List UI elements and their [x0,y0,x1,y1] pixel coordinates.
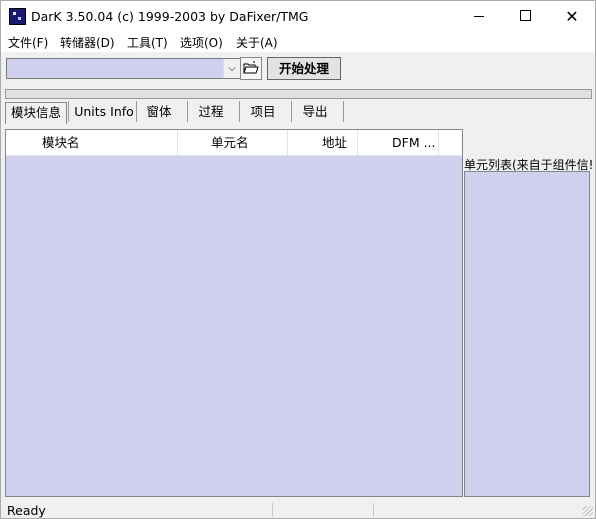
menu-about[interactable]: 关于(A) [236,34,278,51]
menu-file[interactable]: 文件(F) [8,34,48,51]
list-header: 模块名 单元名 地址 DFM ... [6,130,462,156]
file-path-combo[interactable]: ⌵ [6,58,241,79]
tab-procedures[interactable]: 过程 [191,102,231,123]
tab-separator [68,101,69,122]
maximize-button[interactable] [503,1,549,32]
column-header-module-name[interactable]: 模块名 [6,130,178,155]
status-separator [373,503,374,517]
status-bar: Ready [1,501,595,518]
tab-forms[interactable]: 窗体 [139,102,179,123]
close-icon: ✕ [565,7,579,26]
minimize-button[interactable] [457,1,503,32]
menu-tools[interactable]: 工具(T) [127,34,168,51]
chevron-down-icon[interactable]: ⌵ [223,59,240,78]
menu-dumper[interactable]: 转储器(D) [60,34,115,51]
status-separator [272,503,273,517]
tab-separator [136,101,137,122]
app-icon [9,8,26,25]
open-file-button[interactable] [240,57,262,80]
tab-separator [291,101,292,122]
tab-project[interactable]: 项目 [243,102,283,123]
unit-list[interactable] [464,171,590,497]
minimize-icon [474,16,484,17]
status-text: Ready [7,503,46,518]
menu-bar: 文件(F) 转储器(D) 工具(T) 选项(O) 关于(A) [1,32,595,52]
tab-module-info[interactable]: 模块信息 [5,102,67,124]
start-processing-button[interactable]: 开始处理 [267,57,341,80]
window-title: DarK 3.50.04 (c) 1999-2003 by DaFixer/TM… [31,9,309,24]
menu-options[interactable]: 选项(O) [180,34,223,51]
column-header-address[interactable]: 地址 [288,130,358,155]
column-header-unit-name[interactable]: 单元名 [178,130,288,155]
tab-separator [343,101,344,122]
folder-open-icon [243,61,259,74]
main-window: DarK 3.50.04 (c) 1999-2003 by DaFixer/TM… [0,0,596,519]
tab-separator [239,101,240,122]
progress-bar [5,89,592,99]
column-header-dfm[interactable]: DFM ... [358,130,439,155]
close-button[interactable]: ✕ [549,1,595,32]
resize-grip-icon[interactable] [583,506,593,516]
title-bar[interactable]: DarK 3.50.04 (c) 1999-2003 by DaFixer/TM… [1,1,595,32]
tab-exports[interactable]: 导出 [295,102,335,123]
maximize-icon [520,10,531,21]
module-list[interactable]: 模块名 单元名 地址 DFM ... [5,129,463,497]
tab-units-info[interactable]: Units Info [73,102,135,123]
tab-separator [187,101,188,122]
